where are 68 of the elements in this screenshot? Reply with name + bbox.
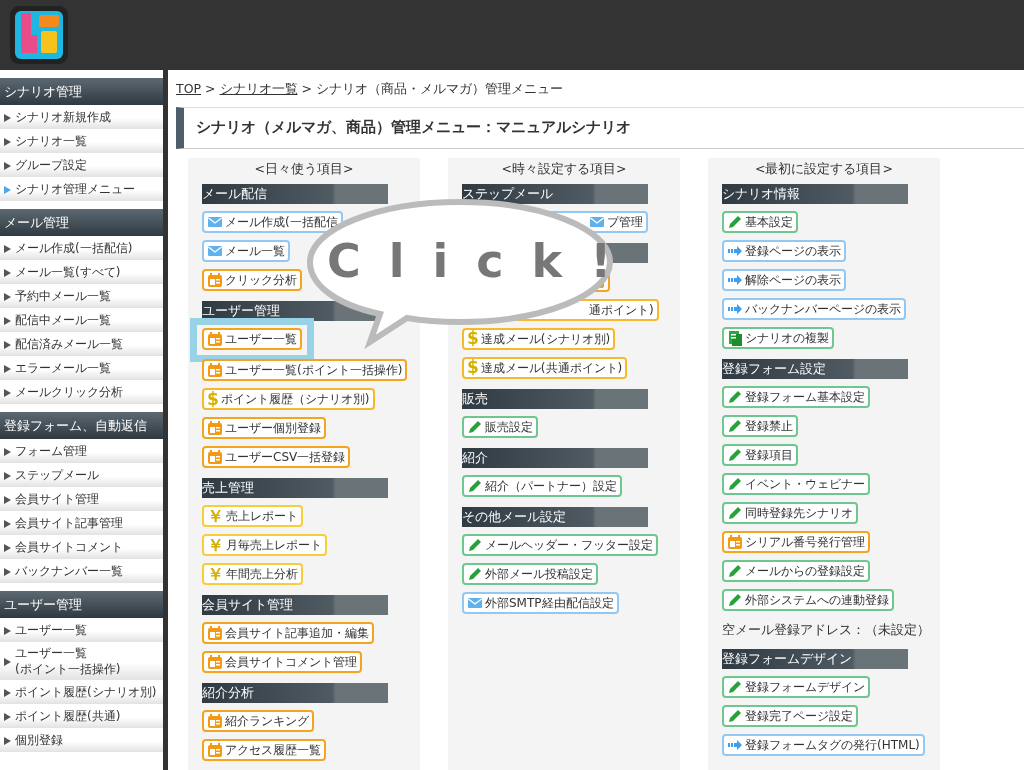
menu-button[interactable]: $達成メール(シナリオ別) — [462, 327, 616, 350]
menu-button[interactable]: ユーザーCSV一括登録 — [202, 446, 351, 469]
sidebar-heading: ユーザー管理 — [0, 591, 163, 618]
column-heading: <時々設定する項目> — [500, 159, 628, 178]
section-header: 紹介 — [462, 447, 648, 468]
dollar-icon: $ — [467, 330, 479, 348]
breadcrumb-link[interactable]: シナリオ一覧 — [219, 80, 298, 99]
breadcrumb-link[interactable]: TOP — [176, 80, 201, 99]
menu-button[interactable]: メールからの登録設定 — [722, 559, 870, 582]
menu-button[interactable]: 登録フォーム基本設定 — [722, 385, 870, 408]
section-header: ステップメール — [462, 183, 648, 204]
column-heading: <日々使う項目> — [253, 159, 355, 178]
menu-button[interactable]: クリック分析 — [202, 268, 302, 291]
menu-button[interactable]: ユーザー個別登録 — [202, 417, 326, 440]
menu-button[interactable]: $達成メール(共通ポイント) — [462, 356, 628, 379]
breadcrumb-text: > — [301, 80, 312, 98]
menu-button[interactable]: ユーザー一覧(ポイント一括操作) — [202, 359, 408, 382]
menu-button[interactable]: 紹介（パートナー）設定 — [462, 474, 622, 497]
menu-button[interactable]: 外部メール投稿設定 — [462, 562, 598, 585]
breadcrumb-text: シナリオ（商品・メルマガ）管理メニュー — [316, 80, 563, 98]
menu-button[interactable]: 会員サイトコメント管理 — [202, 651, 362, 674]
menu-button[interactable]: メールヘッダー・フッター設定 — [462, 533, 658, 556]
menu-button[interactable]: 基本設定 — [722, 210, 798, 233]
menu-button[interactable]: 登録フォームタグの発行(HTML) — [722, 734, 925, 757]
menu-button[interactable]: シリアル番号発行管理 — [722, 530, 870, 553]
menu-button[interactable]: ￥年間売上分析 — [202, 563, 303, 586]
sidebar-heading: 登録フォーム、自動返信 — [0, 412, 163, 439]
section-header: シナリオ情報 — [722, 183, 908, 204]
menu-button[interactable]: アクセス履歴一覧 — [202, 739, 326, 762]
menu-button[interactable]: 登録禁止 — [722, 414, 798, 437]
sidebar-heading: メール管理 — [0, 209, 163, 236]
yen-icon: ￥ — [207, 565, 224, 583]
column-heading: <最初に設定する項目> — [754, 159, 894, 178]
section-header: 登録フォーム設定 — [722, 358, 908, 379]
menu-button[interactable]: 外部SMTP経由配信設定 — [462, 591, 619, 614]
menu-button[interactable]: ユーザー一覧 — [202, 327, 302, 350]
breadcrumb-text: > — [205, 80, 216, 98]
menu-button[interactable]: 紹介ランキング — [202, 710, 314, 733]
menu-button[interactable]: $ポイント履歴（シナリオ別) — [202, 388, 375, 411]
section-header: 登録フォームデザイン — [722, 649, 908, 670]
sidebar-heading: シナリオ管理 — [0, 78, 163, 105]
section-header: その他メール設定 — [462, 506, 648, 527]
page-title: シナリオ（メルマガ、商品）管理メニュー：マニュアルシナリオ — [176, 106, 1024, 149]
menu-button[interactable]: 会員サイト記事追加・編集 — [202, 622, 374, 645]
menu-button[interactable]: 登録フォームデザイン — [722, 676, 870, 699]
menu-button[interactable]: 登録完了ページ設定 — [722, 705, 858, 728]
callout-text: C l i c k ! — [327, 238, 618, 284]
yen-icon: ￥ — [207, 507, 224, 525]
menu-button[interactable]: 登録項目 — [722, 443, 798, 466]
menu-button[interactable]: イベント・ウェビナー — [722, 472, 870, 495]
dollar-icon: $ — [207, 390, 219, 408]
menu-button[interactable]: ￥月毎売上レポート — [202, 534, 327, 557]
menu-button[interactable]: ￥売上レポート — [202, 505, 303, 528]
yen-icon: ￥ — [207, 536, 224, 554]
section-header: 売上管理 — [202, 478, 388, 499]
section-header: 販売 — [462, 388, 648, 409]
section-header: 紹介分析 — [202, 683, 388, 704]
menu-button[interactable]: シナリオの複製 — [722, 326, 834, 349]
menu-button[interactable]: 販売設定 — [462, 415, 538, 438]
menu-button[interactable]: 同時登録先シナリオ — [722, 501, 858, 524]
address-text: 空メール登録アドレス：（未設定） — [722, 620, 926, 639]
menu-button[interactable]: メール一覧 — [202, 239, 290, 262]
section-header: 会員サイト管理 — [202, 595, 388, 616]
menu-button[interactable]: バックナンバーページの表示 — [722, 297, 906, 320]
menu-button[interactable]: 解除ページの表示 — [722, 268, 846, 291]
dollar-icon: $ — [467, 359, 479, 377]
menu-button[interactable]: 登録ページの表示 — [722, 239, 846, 262]
menu-button[interactable]: 外部システムへの連動登録 — [722, 588, 894, 611]
